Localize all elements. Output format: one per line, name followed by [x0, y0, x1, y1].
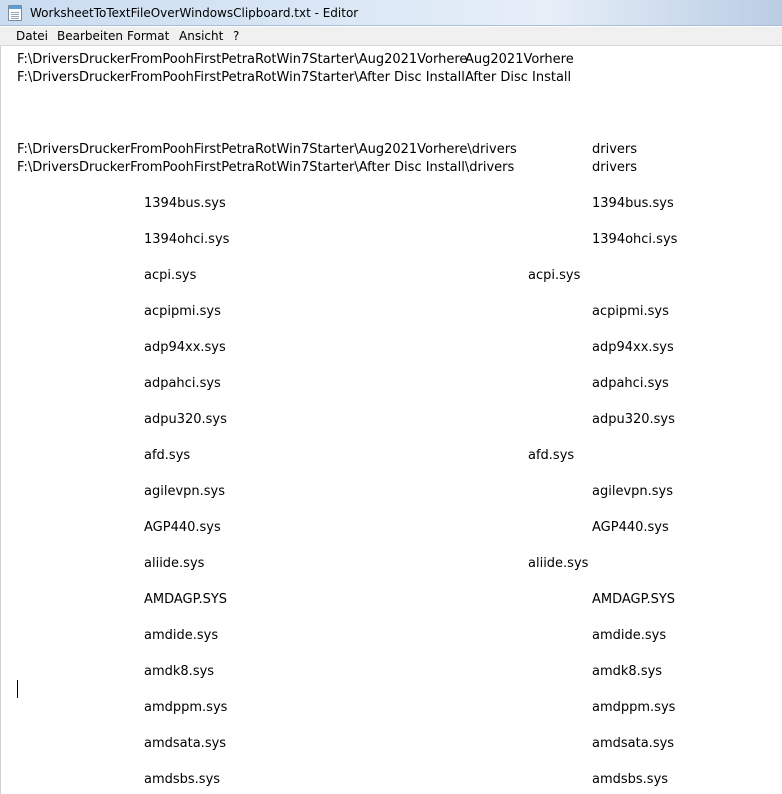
window-title: WorksheetToTextFileOverWindowsClipboard.… — [30, 6, 359, 20]
file-name-match: adpahci.sys — [592, 376, 669, 391]
file-name-left: agilevpn.sys — [144, 484, 225, 499]
title-bar[interactable]: WorksheetToTextFileOverWindowsClipboard.… — [0, 0, 782, 26]
file-name-left: afd.sys — [144, 448, 191, 463]
file-name-left: amdsbs.sys — [144, 772, 221, 787]
file-name-left: amdsata.sys — [144, 736, 227, 751]
file-name-match: amdppm.sys — [592, 700, 676, 715]
header-path: F:\DriversDruckerFromPoohFirstPetraRotWi… — [17, 70, 465, 85]
text-cursor — [17, 680, 18, 698]
file-name-left: amdide.sys — [144, 628, 219, 643]
file-name-left: adpu320.sys — [144, 412, 227, 427]
file-name-match: aliide.sys — [528, 556, 589, 571]
file-name-left: 1394bus.sys — [144, 196, 226, 211]
file-name-left: acpi.sys — [144, 268, 197, 283]
text-editor-area[interactable]: F:\DriversDruckerFromPoohFirstPetraRotWi… — [0, 46, 782, 794]
file-name-match: 1394bus.sys — [592, 196, 674, 211]
header-folder-name: drivers — [592, 142, 638, 157]
header-folder-name: drivers — [592, 160, 638, 175]
file-name-match: acpi.sys — [528, 268, 581, 283]
menu-bearbeiten[interactable]: Bearbeiten — [55, 29, 125, 43]
file-name-left: 1394ohci.sys — [144, 232, 230, 247]
header-path: F:\DriversDruckerFromPoohFirstPetraRotWi… — [17, 142, 517, 157]
file-name-match: afd.sys — [528, 448, 575, 463]
menu-bar: Datei Bearbeiten Format Ansicht ? — [0, 27, 782, 46]
menu-format[interactable]: Format — [125, 29, 171, 43]
menu-ansicht[interactable]: Ansicht — [177, 29, 225, 43]
file-name-match: amdsbs.sys — [592, 772, 669, 787]
menu-help[interactable]: ? — [231, 29, 241, 43]
file-name-match: AMDAGP.SYS — [592, 592, 676, 607]
file-name-left: amdppm.sys — [144, 700, 228, 715]
file-name-left: aliide.sys — [144, 556, 205, 571]
header-folder-name: Aug2021Vorhere — [465, 52, 574, 67]
header-path: F:\DriversDruckerFromPoohFirstPetraRotWi… — [17, 160, 515, 175]
header-path: F:\DriversDruckerFromPoohFirstPetraRotWi… — [17, 52, 468, 67]
file-name-match: adp94xx.sys — [592, 340, 674, 355]
file-name-match: agilevpn.sys — [592, 484, 673, 499]
file-name-match: acpipmi.sys — [592, 304, 669, 319]
file-name-left: acpipmi.sys — [144, 304, 221, 319]
file-name-match: AGP440.sys — [592, 520, 669, 535]
file-name-match: amdsata.sys — [592, 736, 675, 751]
file-name-match: 1394ohci.sys — [592, 232, 678, 247]
file-name-left: AGP440.sys — [144, 520, 221, 535]
file-name-left: amdk8.sys — [144, 664, 215, 679]
file-name-left: adp94xx.sys — [144, 340, 226, 355]
file-name-match: amdk8.sys — [592, 664, 663, 679]
header-folder-name: After Disc Install — [465, 70, 572, 85]
notepad-icon — [8, 5, 22, 21]
file-name-left: adpahci.sys — [144, 376, 221, 391]
menu-datei[interactable]: Datei — [14, 29, 50, 43]
file-name-match: adpu320.sys — [592, 412, 675, 427]
file-name-left: AMDAGP.SYS — [144, 592, 228, 607]
file-name-match: amdide.sys — [592, 628, 667, 643]
